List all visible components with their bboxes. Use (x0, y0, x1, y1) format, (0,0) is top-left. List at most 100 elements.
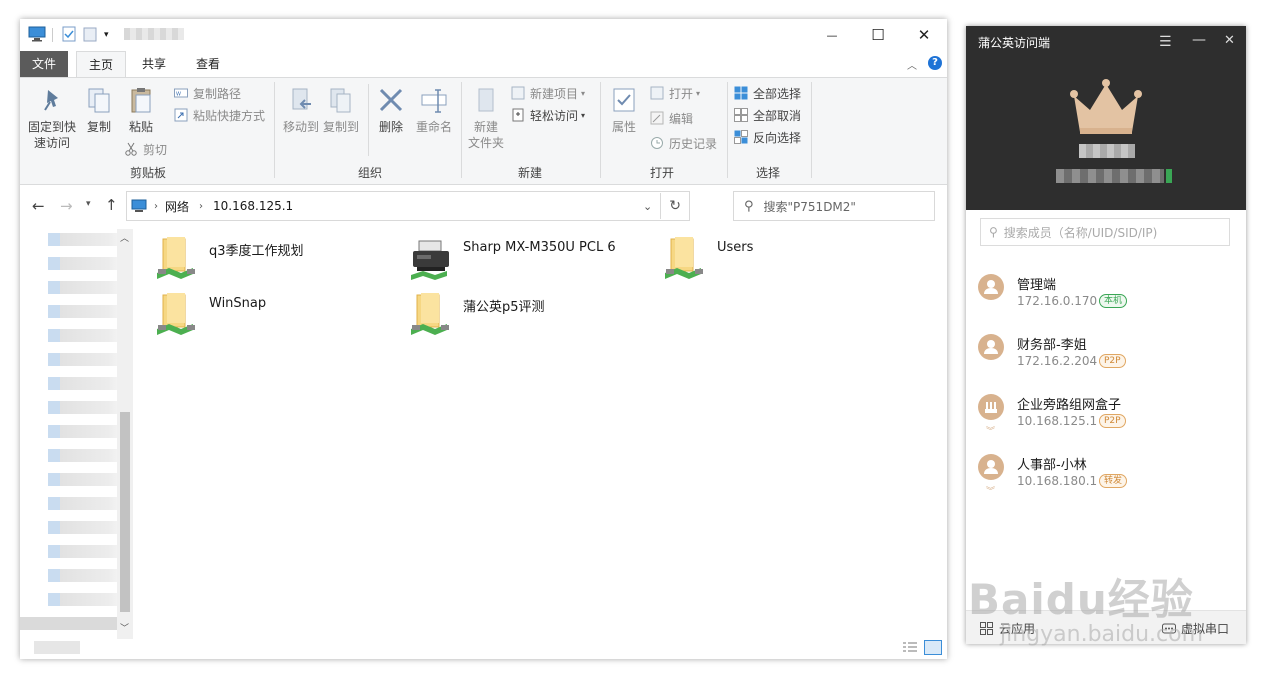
shared-folder-icon (157, 293, 195, 335)
pin-icon (44, 90, 58, 111)
hamburger-menu-icon[interactable]: ☰ (1159, 34, 1172, 50)
close-button[interactable]: ✕ (901, 19, 947, 51)
dropdown-arrow-icon: ▾ (581, 88, 586, 98)
invert-selection-icon (734, 130, 748, 144)
rename-button[interactable]: 重命名 (414, 86, 454, 135)
paste-label: 粘贴 (128, 120, 153, 134)
up-arrow-icon[interactable]: ↑ (105, 196, 118, 214)
network-computer-icon (131, 199, 147, 212)
copy-button[interactable]: 复制 (84, 86, 114, 135)
properties-quick-icon[interactable] (62, 26, 76, 44)
rename-icon (421, 89, 447, 113)
connection-tag: P2P (1099, 354, 1126, 368)
open-icon (650, 86, 664, 100)
help-icon[interactable]: ? (928, 56, 942, 70)
copy-to-button[interactable]: 复制到 (321, 86, 361, 135)
scissors-icon (125, 142, 137, 156)
tab-share[interactable]: 共享 (130, 51, 178, 77)
tab-file[interactable]: 文件 (20, 51, 68, 77)
user-avatar-icon (978, 334, 1004, 360)
new-folder-label-2: 文件夹 (467, 136, 504, 150)
file-item[interactable]: q3季度工作规划 (155, 235, 395, 285)
delete-x-icon (379, 88, 403, 112)
minimize-button[interactable]: — (809, 19, 855, 51)
file-item[interactable]: 蒲公英p5评测 (409, 291, 649, 341)
group-clipboard-label: 剪贴板 (129, 166, 166, 180)
dropdown-arrow-icon: ▾ (581, 110, 586, 120)
pgy-client-window: 蒲公英访问端 ☰ — ✕ ⚲ 搜索成员（名称/UID/SID/IP) 管理端 1… (966, 26, 1246, 644)
copy-path-button[interactable]: W 复制路径 (174, 83, 241, 103)
close-icon[interactable]: ✕ (1224, 33, 1235, 48)
large-icons-view-icon[interactable] (924, 640, 942, 655)
breadcrumb-host[interactable]: 10.168.125.1 (213, 199, 293, 213)
paste-shortcut-button[interactable]: 粘贴快捷方式 (174, 105, 265, 125)
file-item[interactable]: WinSnap (155, 291, 395, 341)
expand-chevron-icon[interactable]: ︾ (986, 484, 995, 497)
new-folder-button[interactable]: 新建 文件夹 (466, 86, 506, 151)
invert-selection-button[interactable]: 反向选择 (734, 127, 801, 147)
edit-button[interactable]: 编辑 (650, 108, 693, 128)
address-bar[interactable]: › 网络 › 10.168.125.1 ⌄ ↻ (126, 191, 690, 221)
properties-button[interactable]: 属性 (606, 86, 642, 135)
file-item[interactable]: Users (663, 235, 863, 285)
connection-tag: 转发 (1099, 474, 1128, 488)
paste-shortcut-icon (174, 108, 188, 122)
details-view-icon[interactable] (902, 641, 918, 653)
scroll-thumb[interactable] (120, 412, 130, 612)
breadcrumb-network[interactable]: 网络 (165, 198, 189, 215)
scroll-down-icon[interactable]: ﹀ (120, 621, 129, 634)
select-all-button[interactable]: 全部选择 (734, 83, 801, 103)
search-input[interactable]: ⚲ 搜索"P751DM2" (733, 191, 935, 221)
new-folder-quick-icon[interactable] (83, 26, 97, 44)
maximize-button[interactable]: ☐ (855, 19, 901, 51)
open-button[interactable]: 打开 ▾ (650, 83, 700, 103)
tab-home[interactable]: 主页 (76, 51, 127, 78)
minimize-icon[interactable]: — (1192, 32, 1206, 48)
tab-view[interactable]: 查看 (184, 51, 232, 77)
refresh-icon[interactable]: ↻ (669, 198, 681, 214)
file-item[interactable]: Sharp MX-M350U PCL 6 (409, 235, 649, 285)
member-search-input[interactable]: ⚲ 搜索成员（名称/UID/SID/IP) (980, 218, 1230, 246)
ribbon: 固定到快 速访问 复制 粘贴 W 复制路径 粘贴快捷方式 剪切 剪贴板 移动到 (20, 77, 947, 185)
easy-access-button[interactable]: 轻松访问 ▾ (511, 105, 585, 125)
pin-label-2: 速访问 (33, 136, 70, 150)
back-arrow-icon[interactable]: ← (32, 197, 45, 215)
user-avatar-icon (978, 274, 1004, 300)
member-item[interactable]: 人事部-小林 10.168.180.1 转发 ︾ (966, 454, 1246, 514)
scroll-up-icon[interactable]: ︿ (120, 231, 129, 244)
member-ip: 172.16.2.204 (1017, 354, 1098, 368)
easy-access-icon (512, 108, 524, 122)
forward-arrow-icon[interactable]: → (60, 197, 73, 215)
computer-icon[interactable] (28, 26, 46, 44)
recent-locations-icon[interactable]: ▾ (86, 199, 91, 209)
move-to-button[interactable]: 移动到 (281, 86, 321, 135)
cut-button[interactable]: 剪切 (124, 139, 167, 159)
nav-scrollbar[interactable]: ︿ ﹀ (117, 229, 133, 639)
router-icon (978, 394, 1004, 420)
member-item[interactable]: 财务部-李姐 172.16.2.204 P2P (966, 334, 1246, 394)
rename-label: 重命名 (415, 120, 452, 134)
copy-icon (88, 88, 110, 113)
expand-chevron-icon[interactable]: ︾ (986, 424, 995, 437)
group-new-label: 新建 (517, 166, 542, 180)
easy-access-label: 轻松访问 (530, 108, 579, 123)
select-none-icon (734, 108, 748, 122)
member-item[interactable]: 管理端 172.16.0.170 本机 (966, 274, 1246, 334)
shared-folder-icon (411, 293, 449, 335)
collapse-ribbon-icon[interactable]: ︿ (907, 57, 917, 72)
select-none-button[interactable]: 全部取消 (734, 105, 801, 125)
delete-button[interactable]: 删除 (376, 86, 406, 135)
search-placeholder: 搜索"P751DM2" (763, 199, 856, 214)
customize-quick-access-icon[interactable]: ▾ (104, 26, 114, 44)
title-bar: ▾ — ☐ ✕ (20, 19, 947, 51)
history-button[interactable]: 历史记录 (650, 133, 717, 153)
member-item[interactable]: 企业旁路组网盒子 10.168.125.1 P2P ︾ (966, 394, 1246, 454)
member-name: 财务部-李姐 (1017, 338, 1087, 353)
address-history-icon[interactable]: ⌄ (643, 200, 652, 213)
file-name: q3季度工作规划 (209, 244, 304, 259)
address-row: ← → ▾ ↑ › 网络 › 10.168.125.1 ⌄ ↻ ⚲ 搜索"P75… (20, 189, 947, 223)
file-name: WinSnap (209, 296, 267, 311)
new-item-button[interactable]: 新建项目 ▾ (511, 83, 585, 103)
paste-button[interactable]: 粘贴 (124, 86, 158, 135)
pin-quick-access-button[interactable]: 固定到快 速访问 (26, 86, 78, 151)
